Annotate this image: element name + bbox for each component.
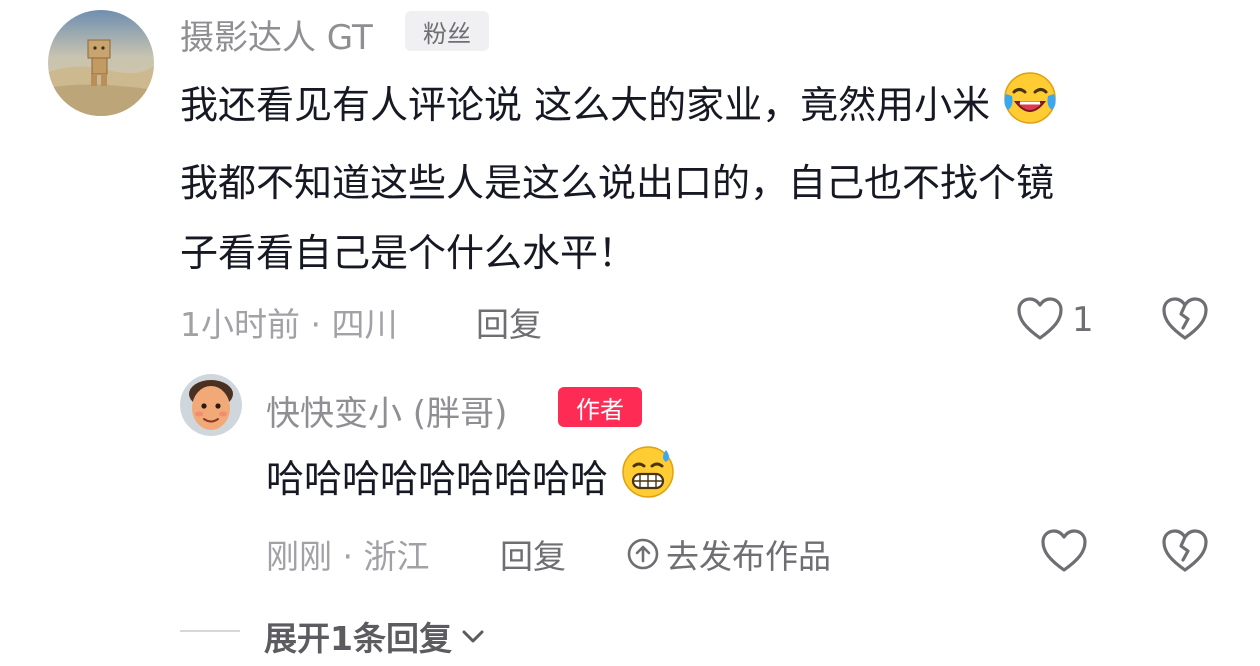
like-heart-icon[interactable] <box>1016 296 1064 346</box>
reply-dislike-broken-heart-icon[interactable] <box>1160 528 1210 578</box>
commenter-avatar[interactable] <box>48 10 154 116</box>
comment-time-location: 1小时前 · 四川 <box>180 305 398 344</box>
comment-line-1: 我还看见有人评论说 这么大的家业，竟然用小米 <box>180 70 1058 148</box>
dislike-broken-heart-icon[interactable] <box>1160 296 1210 346</box>
publish-label: 去发布作品 <box>666 537 831 576</box>
grinning-sweat-emoji-icon <box>620 444 676 522</box>
chevron-down-icon <box>460 626 486 646</box>
upload-circle-icon <box>626 537 660 571</box>
author-username[interactable]: 快快变小 (胖哥) <box>266 386 507 435</box>
reply-line-1: 哈哈哈哈哈哈哈哈哈 <box>266 444 676 522</box>
commenter-username[interactable]: 摄影达人 GT <box>180 10 373 59</box>
comment-thread: 摄影达人 GT 粉丝 我还看见有人评论说 这么大的家业，竟然用小米 我都不知道这… <box>0 0 1260 666</box>
expand-divider <box>180 630 240 632</box>
expand-label: 展开1条回复 <box>264 619 452 658</box>
reply-body: 哈哈哈哈哈哈哈哈哈 <box>266 444 676 522</box>
author-badge: 作者 <box>558 387 642 427</box>
laughing-crying-emoji-icon <box>1002 70 1058 148</box>
like-count: 1 <box>1072 300 1094 340</box>
comment-line-3: 子看看自己是个什么水平！ <box>180 231 637 275</box>
expand-replies-button[interactable]: 展开1条回复 <box>264 612 486 660</box>
reply-reply-button[interactable]: 回复 <box>500 530 566 578</box>
comment-line-2: 我都不知道这些人是这么说出口的，自己也不找个镜 <box>180 161 1055 205</box>
comment-reply-button[interactable]: 回复 <box>476 298 542 346</box>
fan-badge: 粉丝 <box>405 11 489 51</box>
comment-body: 我还看见有人评论说 这么大的家业，竟然用小米 我都不知道这些人是这么说出口的，自… <box>180 70 1058 288</box>
publish-work-button[interactable]: 去发布作品 <box>626 530 831 578</box>
reply-time-location: 刚刚 · 浙江 <box>266 537 430 576</box>
author-avatar[interactable] <box>180 374 242 436</box>
reply-like-heart-icon[interactable] <box>1040 528 1088 578</box>
